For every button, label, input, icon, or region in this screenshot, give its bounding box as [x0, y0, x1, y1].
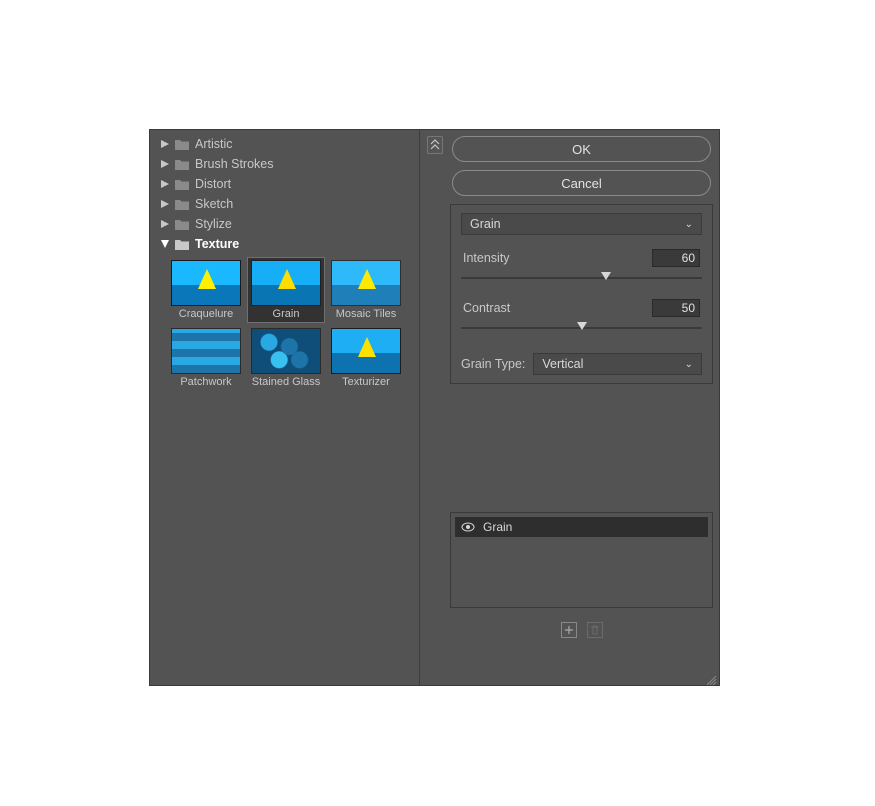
- category-artistic[interactable]: Artistic: [150, 134, 419, 154]
- thumbnail-label: Patchwork: [180, 376, 231, 388]
- trash-icon: [590, 625, 600, 635]
- category-brush-strokes[interactable]: Brush Strokes: [150, 154, 419, 174]
- param-contrast: Contrast: [461, 299, 702, 335]
- slider-track: [461, 277, 702, 279]
- category-label: Distort: [195, 177, 231, 191]
- thumbnail-preview: [251, 260, 321, 306]
- disclosure-triangle-icon: [160, 240, 169, 249]
- plus-icon: [564, 625, 574, 635]
- disclosure-triangle-icon: [160, 180, 169, 189]
- visibility-eye-icon[interactable]: [461, 522, 475, 532]
- category-label: Stylize: [195, 217, 232, 231]
- thumb-craquelure[interactable]: Craquelure: [168, 258, 244, 322]
- thumb-mosaic-tiles[interactable]: Mosaic Tiles: [328, 258, 404, 322]
- folder-icon: [175, 219, 189, 230]
- ok-button[interactable]: OK: [452, 136, 711, 162]
- grain-type-dropdown[interactable]: Vertical ⌄: [533, 353, 702, 375]
- intensity-input[interactable]: [652, 249, 700, 267]
- thumbnail-label: Mosaic Tiles: [336, 308, 397, 320]
- slider-thumb-icon[interactable]: [577, 322, 587, 330]
- category-label: Texture: [195, 237, 239, 251]
- effect-layer-label: Grain: [483, 520, 512, 534]
- texture-thumbnails: Craquelure Grain Mosaic Tiles Patchwork …: [150, 254, 419, 394]
- thumbnail-preview: [251, 328, 321, 374]
- param-grain-type: Grain Type: Vertical ⌄: [461, 353, 702, 375]
- slider-thumb-icon[interactable]: [601, 272, 611, 280]
- filter-gallery-dialog: Artistic Brush Strokes Distort Sketch St…: [150, 130, 719, 685]
- chevron-down-icon: ⌄: [685, 219, 693, 230]
- folder-icon: [175, 179, 189, 190]
- category-distort[interactable]: Distort: [150, 174, 419, 194]
- param-label: Grain Type:: [461, 357, 525, 371]
- category-label: Artistic: [195, 137, 233, 151]
- param-intensity: Intensity: [461, 249, 702, 285]
- param-label: Intensity: [463, 251, 510, 265]
- delete-effect-layer-button: [587, 622, 603, 638]
- resize-grip-icon[interactable]: [707, 673, 717, 683]
- folder-icon: [175, 159, 189, 170]
- thumbnail-preview: [331, 260, 401, 306]
- param-label: Contrast: [463, 301, 510, 315]
- right-pane: OK Cancel Grain ⌄ Intensity: [420, 130, 719, 685]
- category-texture[interactable]: Texture: [150, 234, 419, 254]
- filter-params: Grain ⌄ Intensity Contrast: [450, 204, 713, 384]
- thumb-stained-glass[interactable]: Stained Glass: [248, 326, 324, 390]
- category-label: Brush Strokes: [195, 157, 274, 171]
- chevron-double-up-icon: [430, 139, 440, 151]
- disclosure-triangle-icon: [160, 160, 169, 169]
- thumbnail-label: Stained Glass: [252, 376, 320, 388]
- disclosure-triangle-icon: [160, 140, 169, 149]
- thumbnail-label: Craquelure: [179, 308, 233, 320]
- folder-icon: [175, 239, 189, 250]
- thumbnail-preview: [171, 260, 241, 306]
- thumb-texturizer[interactable]: Texturizer: [328, 326, 404, 390]
- thumbnail-preview: [171, 328, 241, 374]
- effect-layers-panel: Grain: [450, 512, 713, 608]
- chevron-down-icon: ⌄: [685, 359, 693, 370]
- category-label: Sketch: [195, 197, 233, 211]
- thumbnail-preview: [331, 328, 401, 374]
- dropdown-selected: Grain: [470, 217, 501, 231]
- dropdown-selected: Vertical: [542, 357, 583, 371]
- category-list: Artistic Brush Strokes Distort Sketch St…: [150, 130, 420, 685]
- effect-layer-row[interactable]: Grain: [455, 517, 708, 537]
- filter-name-dropdown[interactable]: Grain ⌄: [461, 213, 702, 235]
- folder-icon: [175, 199, 189, 210]
- category-stylize[interactable]: Stylize: [150, 214, 419, 234]
- contrast-input[interactable]: [652, 299, 700, 317]
- new-effect-layer-button[interactable]: [561, 622, 577, 638]
- thumb-grain[interactable]: Grain: [248, 258, 324, 322]
- disclosure-triangle-icon: [160, 220, 169, 229]
- category-sketch[interactable]: Sketch: [150, 194, 419, 214]
- collapse-column: [426, 136, 444, 679]
- intensity-slider[interactable]: [461, 271, 702, 285]
- contrast-slider[interactable]: [461, 321, 702, 335]
- collapse-preview-button[interactable]: [427, 136, 443, 154]
- folder-icon: [175, 139, 189, 150]
- dialog-buttons: OK Cancel: [450, 136, 713, 196]
- right-main: OK Cancel Grain ⌄ Intensity: [450, 136, 713, 679]
- disclosure-triangle-icon: [160, 200, 169, 209]
- thumbnail-label: Grain: [273, 308, 300, 320]
- thumb-patchwork[interactable]: Patchwork: [168, 326, 244, 390]
- cancel-button[interactable]: Cancel: [452, 170, 711, 196]
- layer-actions: [450, 616, 713, 638]
- thumbnail-label: Texturizer: [342, 376, 390, 388]
